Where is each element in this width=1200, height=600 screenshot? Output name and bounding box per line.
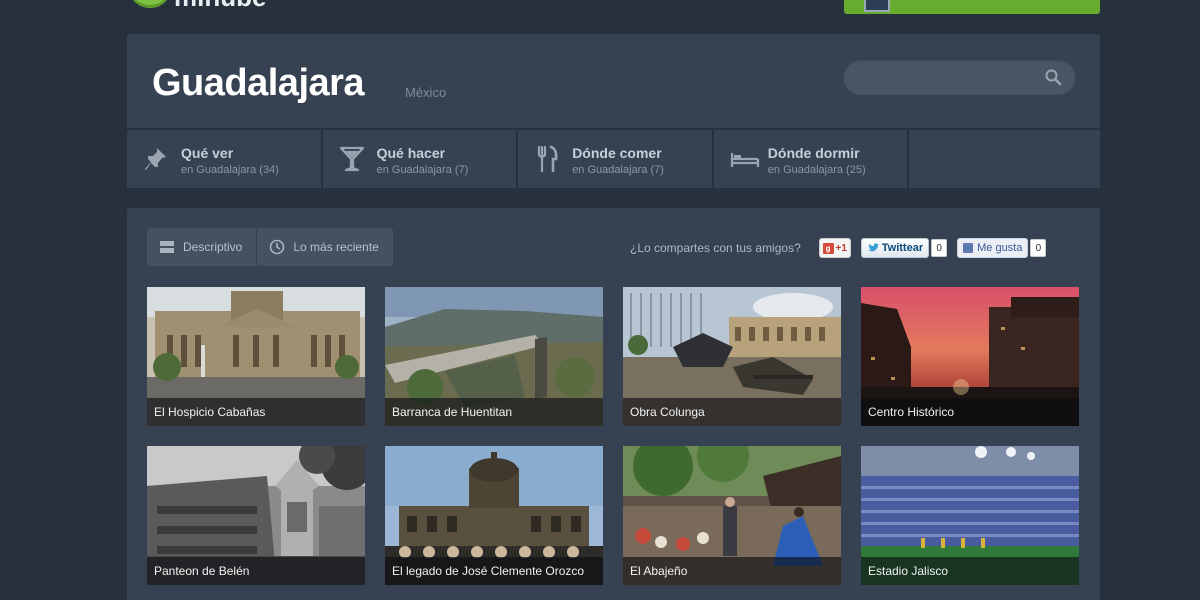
tab-label: Descriptivo — [183, 240, 243, 254]
category-subtitle: en Guadalajara (7) — [572, 164, 664, 176]
place-name: El legado de José Clemente Orozco — [385, 557, 603, 585]
search-input[interactable] — [843, 59, 1076, 95]
category-subtitle: en Guadalajara (7) — [376, 164, 469, 176]
category-que-ver[interactable]: Qué ver en Guadalajara (34) — [127, 130, 321, 188]
pin-icon — [145, 148, 166, 170]
place-name: Estadio Jalisco — [861, 557, 1079, 585]
category-nav: Qué ver en Guadalajara (34) Qué hacer en… — [127, 130, 1100, 188]
category-title: Dónde dormir — [767, 145, 860, 161]
tab-lo-mas-reciente[interactable]: Lo más reciente — [257, 228, 393, 266]
facebook-count: 0 — [1030, 239, 1047, 257]
country-label[interactable]: México — [405, 85, 446, 100]
category-title: Qué hacer — [376, 145, 446, 161]
google-plus-label: +1 — [835, 242, 847, 254]
place-card[interactable]: El legado de José Clemente Orozco — [385, 446, 603, 585]
phone-icon — [864, 0, 890, 12]
city-header: Guadalajara México — [127, 34, 1100, 128]
twitter-bird-icon — [867, 243, 879, 252]
place-name: El Hospicio Cabañas — [147, 398, 365, 426]
category-empty-slot — [909, 130, 1100, 188]
facebook-label: Me gusta — [977, 242, 1023, 254]
share-bar: ¿Lo compartes con tus amigos? g +1 Twitt… — [630, 238, 1056, 258]
category-que-hacer[interactable]: Qué hacer en Guadalajara (7) — [322, 130, 517, 188]
place-card[interactable]: Centro Histórico — [861, 287, 1079, 426]
google-plus-button[interactable]: g +1 — [818, 238, 851, 258]
place-card[interactable]: Panteon de Belén — [147, 446, 365, 585]
category-title: Dónde comer — [572, 145, 662, 161]
place-card[interactable]: Obra Colunga — [623, 287, 841, 426]
app-download-button[interactable] — [844, 0, 1100, 14]
category-subtitle: en Guadalajara (25) — [767, 164, 866, 176]
twitter-label: Twittear — [881, 242, 924, 254]
category-donde-comer[interactable]: Dónde comer en Guadalajara (7) — [518, 130, 712, 188]
twitter-button[interactable]: Twittear — [860, 238, 930, 258]
share-label: ¿Lo compartes con tus amigos? — [630, 241, 801, 255]
category-donde-dormir[interactable]: Dónde dormir en Guadalajara (25) — [713, 130, 908, 188]
facebook-like-button[interactable]: Me gusta — [957, 238, 1029, 258]
google-plus-icon: g — [822, 242, 834, 254]
logo-text: minube — [174, 0, 266, 8]
place-card[interactable]: El Abajeño — [623, 446, 841, 585]
search-icon[interactable] — [1044, 68, 1062, 86]
tab-descriptivo[interactable]: Descriptivo — [147, 228, 257, 266]
place-card[interactable]: Estadio Jalisco — [861, 446, 1079, 585]
tab-label: Lo más reciente — [293, 240, 379, 254]
fork-knife-icon — [538, 145, 558, 173]
category-subtitle: en Guadalajara (34) — [181, 164, 279, 176]
place-card[interactable]: Barranca de Huentitan — [385, 287, 603, 426]
place-card[interactable]: El Hospicio Cabañas — [147, 287, 365, 426]
place-name: Barranca de Huentitan — [385, 398, 603, 426]
site-logo[interactable]: minube — [128, 0, 266, 8]
page-title: Guadalajara — [152, 62, 365, 104]
view-tabs: Descriptivo Lo más reciente — [147, 228, 393, 266]
place-name: El Abajeño — [623, 557, 841, 585]
place-name: Centro Histórico — [861, 398, 1079, 426]
list-icon — [160, 241, 174, 253]
logo-mark — [128, 0, 172, 8]
bed-icon — [730, 153, 759, 167]
places-panel: Descriptivo Lo más reciente ¿Lo comparte… — [127, 208, 1100, 600]
clock-icon — [270, 239, 285, 255]
twitter-count: 0 — [931, 239, 948, 257]
place-name: Panteon de Belén — [147, 557, 365, 585]
category-title: Qué ver — [181, 145, 234, 161]
facebook-icon — [963, 243, 974, 253]
place-name: Obra Colunga — [623, 398, 841, 426]
cocktail-icon — [339, 146, 364, 172]
